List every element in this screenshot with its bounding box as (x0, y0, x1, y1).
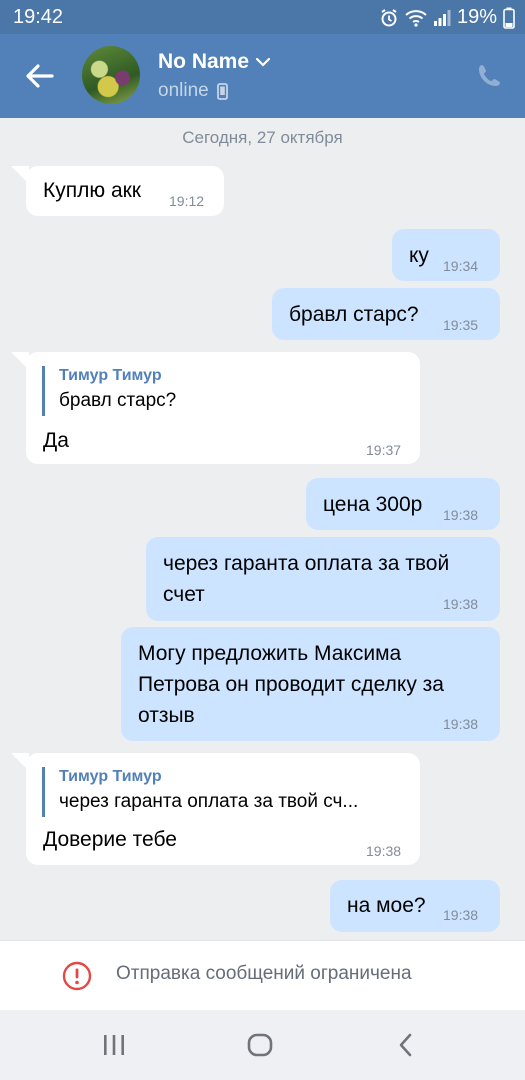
message-text-line: отзыв (138, 704, 195, 727)
status-icons: 19% (379, 6, 515, 29)
signal-icon (433, 9, 451, 27)
system-nav-bar (0, 1010, 525, 1080)
peer-presence: online (158, 80, 209, 101)
date-separator: Сегодня, 27 октября (182, 128, 343, 147)
reply-quote[interactable]: Тимур Тимур бравл старс? (42, 366, 176, 416)
arrow-left-icon (26, 64, 54, 88)
battery-icon (503, 7, 515, 29)
reply-text: через гаранта оплата за твой сч... (59, 791, 359, 812)
reply-author: Тимур Тимур (59, 768, 162, 785)
message-time: 19:35 (443, 317, 479, 333)
message-text-line: Петрова он проводит сделку за (138, 673, 444, 696)
peer-name[interactable]: No Name (158, 50, 271, 74)
alarm-icon (379, 8, 399, 28)
peer-name-text: No Name (158, 50, 250, 73)
restricted-text: Отправка сообщений ограничена (116, 963, 412, 984)
peer-status: online (158, 80, 228, 102)
avatar[interactable] (82, 46, 140, 104)
message-outgoing[interactable]: на мое? 19:38 (330, 880, 500, 932)
chevron-down-icon (255, 57, 271, 67)
message-text: Куплю акк (43, 179, 141, 202)
message-time: 19:38 (443, 907, 479, 923)
message-time: 19:34 (443, 258, 479, 274)
message-text: цена 300р (323, 493, 423, 516)
message-time: 19:38 (443, 596, 479, 612)
message-text: Да (43, 429, 69, 452)
message-outgoing[interactable]: цена 300р 19:38 (306, 478, 500, 530)
message-time: 19:38 (443, 507, 479, 523)
message-text: на мое? (347, 894, 426, 917)
message-text: ку (409, 244, 429, 267)
reply-text: бравл старс? (59, 390, 177, 411)
wifi-icon (405, 9, 427, 27)
home-button[interactable] (246, 1032, 274, 1063)
message-outgoing[interactable]: через гаранта оплата за твой счет 19:38 (146, 537, 500, 621)
message-incoming[interactable]: Куплю акк 19:12 (26, 166, 224, 216)
status-time: 19:42 (13, 6, 64, 28)
reply-author: Тимур Тимур (59, 367, 162, 384)
message-outgoing[interactable]: бравл старс? 19:35 (272, 288, 500, 340)
reply-quote[interactable]: Тимур Тимур через гаранта оплата за твой… (42, 767, 358, 817)
back-button[interactable] (22, 58, 58, 94)
message-text-line: через гаранта оплата за твой (163, 552, 450, 575)
home-icon (247, 1033, 273, 1057)
message-text-line: Могу предложить Максима (138, 642, 402, 665)
mobile-icon (216, 82, 228, 100)
exclamation-circle-icon (62, 961, 92, 996)
messaging-restricted-bar: Отправка сообщений ограничена (0, 940, 525, 1011)
back-nav-button[interactable] (396, 1032, 416, 1063)
message-time: 19:12 (169, 193, 205, 209)
status-bar: 19:42 19% (0, 0, 525, 34)
message-text: бравл старс? (289, 303, 419, 326)
recent-apps-icon (104, 1035, 124, 1055)
message-time: 19:38 (443, 716, 479, 732)
phone-icon (479, 65, 500, 86)
message-text-line: счет (163, 583, 205, 606)
message-time: 19:37 (366, 442, 402, 458)
call-button[interactable] (475, 62, 503, 95)
message-incoming[interactable]: Тимур Тимур через гаранта оплата за твой… (26, 753, 420, 865)
message-incoming[interactable]: Тимур Тимур бравл старс? Да 19:37 (26, 352, 420, 464)
chat-header: No Name online (0, 34, 525, 118)
battery-percent: 19% (456, 6, 497, 28)
recent-apps-button[interactable] (102, 1032, 126, 1063)
message-outgoing[interactable]: ку 19:34 (392, 229, 500, 281)
chevron-left-icon (399, 1033, 412, 1057)
message-outgoing[interactable]: Могу предложить Максима Петрова он прово… (121, 627, 500, 741)
message-text: Доверие тебе (43, 828, 177, 851)
message-time: 19:38 (366, 843, 402, 859)
